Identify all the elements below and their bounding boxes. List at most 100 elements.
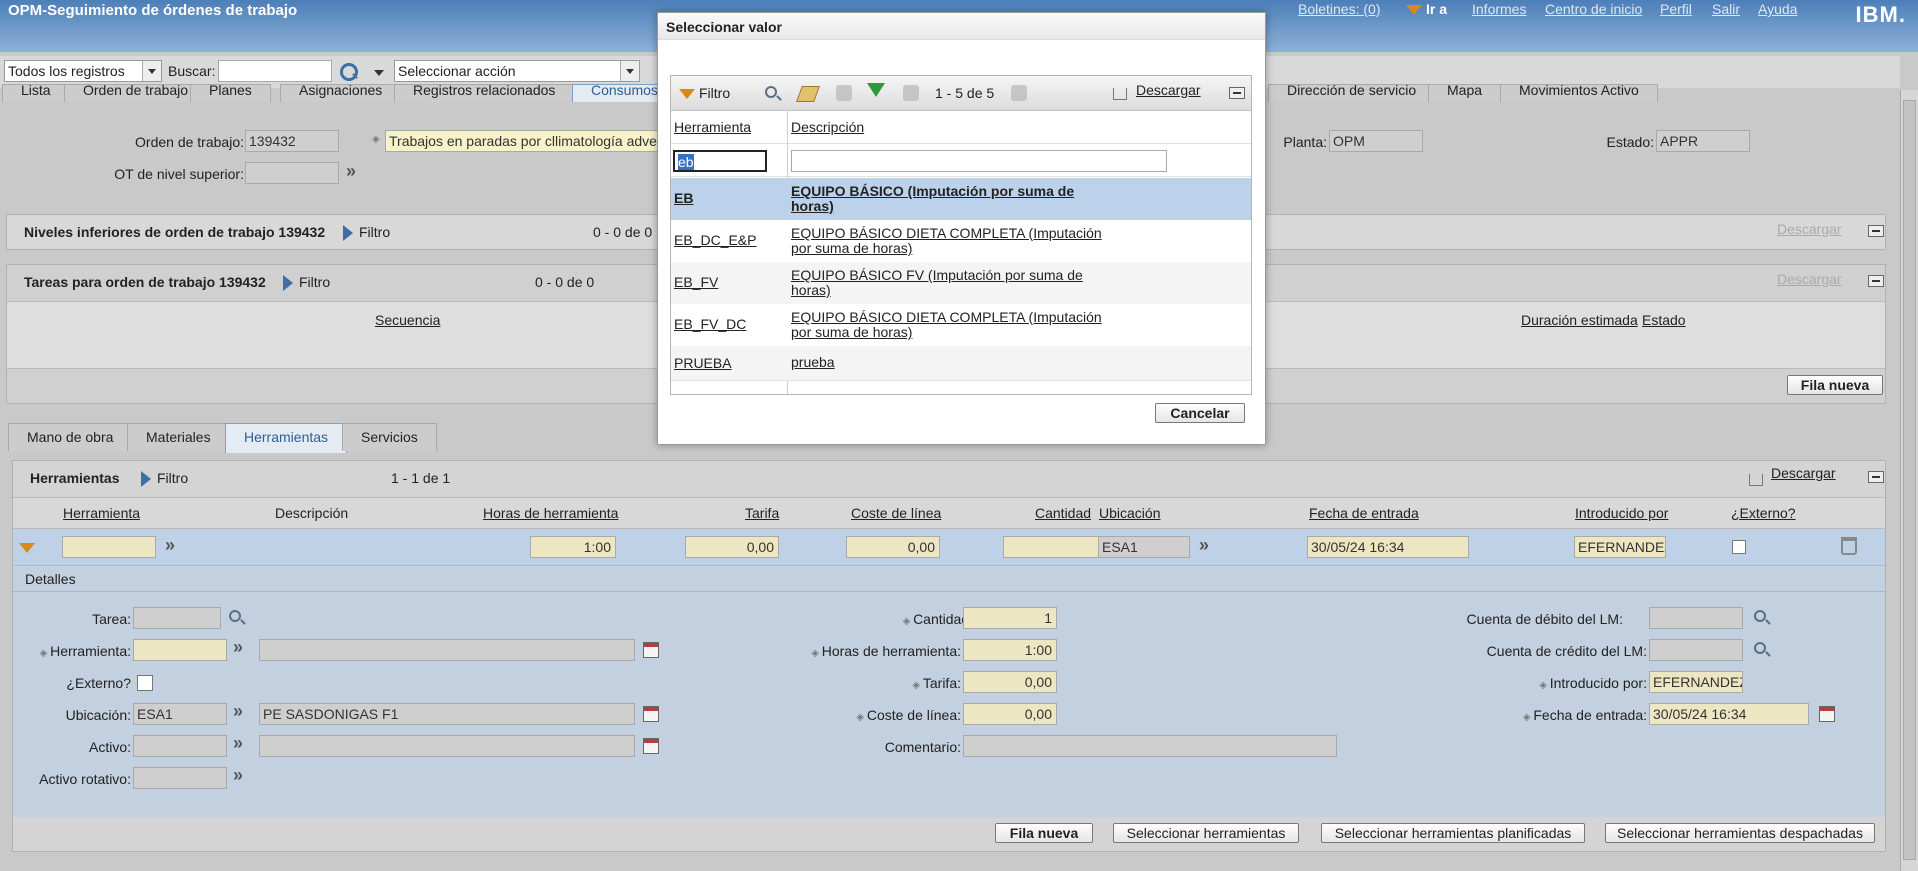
row-externo-checkbox[interactable] bbox=[1732, 540, 1746, 554]
horas-field[interactable]: 1:00 bbox=[963, 639, 1057, 661]
children-download-link[interactable]: Descargar bbox=[1777, 221, 1842, 237]
col-introducido[interactable]: Introducido por bbox=[1575, 505, 1668, 521]
tab-mano-obra[interactable]: Mano de obra bbox=[8, 423, 133, 451]
search-icon[interactable] bbox=[229, 610, 241, 622]
tab-servicios[interactable]: Servicios bbox=[342, 423, 437, 451]
scrollbar-thumb[interactable] bbox=[1903, 100, 1916, 860]
tab-movimientos-activo[interactable]: Movimientos Activo bbox=[1500, 83, 1658, 102]
expand-row-icon[interactable] bbox=[19, 543, 35, 553]
status-field[interactable]: APPR bbox=[1656, 130, 1750, 152]
tab-materiales[interactable]: Materiales bbox=[127, 423, 230, 451]
activo-rotativo-field[interactable] bbox=[133, 767, 227, 789]
minimize-icon[interactable] bbox=[1229, 87, 1245, 99]
col-cantidad[interactable]: Cantidad bbox=[1035, 505, 1091, 521]
plant-field[interactable]: OPM bbox=[1329, 130, 1423, 152]
goto-menu[interactable]: Ir a bbox=[1406, 1, 1447, 17]
new-row-button[interactable]: Fila nueva bbox=[995, 823, 1093, 843]
detail-menu-icon[interactable]: » bbox=[233, 733, 243, 754]
tools-filter[interactable]: Filtro bbox=[141, 470, 188, 487]
tab-orden-trabajo[interactable]: Orden de trabajo bbox=[64, 83, 208, 102]
profile-link[interactable]: Perfil bbox=[1660, 1, 1692, 17]
reports-link[interactable]: Informes bbox=[1472, 1, 1526, 17]
select-tools-button[interactable]: Seleccionar herramientas bbox=[1113, 823, 1299, 843]
detail-menu-icon[interactable]: » bbox=[233, 765, 243, 786]
children-filter[interactable]: Filtro bbox=[343, 224, 390, 241]
row-ubicacion-field[interactable]: ESA1 bbox=[1098, 536, 1190, 558]
records-select[interactable]: Todos los registros bbox=[4, 60, 162, 82]
clear-filter-icon[interactable] bbox=[796, 86, 820, 102]
debito-field[interactable] bbox=[1649, 607, 1743, 629]
tool-description[interactable]: EQUIPO BÁSICO DIETA COMPLETA (Imputación… bbox=[791, 226, 1111, 256]
col-herramienta[interactable]: Herramienta bbox=[63, 505, 140, 521]
list-item[interactable]: EB_DC_E&P EQUIPO BÁSICO DIETA COMPLETA (… bbox=[671, 220, 1251, 263]
list-item[interactable]: EB_FV EQUIPO BÁSICO FV (Imputación por s… bbox=[671, 262, 1251, 305]
tool-code[interactable]: EB_FV bbox=[674, 274, 718, 290]
tool-description[interactable]: EQUIPO BÁSICO (Imputación por suma de ho… bbox=[791, 184, 1111, 214]
credito-field[interactable] bbox=[1649, 639, 1743, 661]
tab-mapa[interactable]: Mapa bbox=[1428, 83, 1502, 102]
tasks-filter[interactable]: Filtro bbox=[283, 274, 330, 291]
list-item[interactable]: PRUEBA prueba bbox=[671, 346, 1251, 381]
col-horas[interactable]: Horas de herramienta bbox=[483, 505, 618, 521]
col-externo[interactable]: ¿Externo? bbox=[1731, 505, 1796, 521]
cantidad-field[interactable]: 1 bbox=[963, 607, 1057, 629]
dialog-filter[interactable]: Filtro bbox=[679, 85, 730, 101]
tarea-field[interactable] bbox=[133, 607, 221, 629]
next-green-icon[interactable] bbox=[867, 83, 885, 97]
herramienta-field[interactable] bbox=[133, 639, 227, 661]
select-planned-tools-button[interactable]: Seleccionar herramientas planificadas bbox=[1321, 823, 1585, 843]
list-item[interactable]: EB_FV_DC EQUIPO BÁSICO DIETA COMPLETA (I… bbox=[671, 304, 1251, 347]
search-icon[interactable] bbox=[340, 63, 358, 81]
detail-menu-icon[interactable]: » bbox=[346, 161, 356, 182]
detail-menu-icon[interactable]: » bbox=[233, 701, 243, 722]
tab-planes[interactable]: Planes bbox=[190, 83, 271, 102]
minimize-icon[interactable] bbox=[1868, 275, 1884, 287]
tab-herramientas[interactable]: Herramientas bbox=[225, 423, 348, 453]
row-tarifa-field[interactable]: 0,00 bbox=[685, 536, 779, 558]
comentario-field[interactable] bbox=[963, 735, 1337, 757]
list-item[interactable]: EB EQUIPO BÁSICO (Imputación por suma de… bbox=[671, 178, 1251, 221]
tab-direccion-servicio[interactable]: Dirección de servicio bbox=[1268, 83, 1436, 102]
trash-icon[interactable] bbox=[1841, 537, 1857, 555]
search-input[interactable] bbox=[218, 60, 332, 82]
tools-download-link[interactable]: Descargar bbox=[1771, 465, 1836, 481]
tool-code[interactable]: EB bbox=[674, 190, 693, 206]
table-row[interactable]: » 1:00 0,00 0,00 1 ESA1 » 30/05/24 16:34… bbox=[13, 529, 1885, 566]
calendar-icon[interactable] bbox=[643, 642, 659, 658]
tool-description[interactable]: EQUIPO BÁSICO FV (Imputación por suma de… bbox=[791, 268, 1111, 298]
search-icon[interactable] bbox=[1754, 642, 1766, 654]
minimize-icon[interactable] bbox=[1868, 225, 1884, 237]
search-icon[interactable] bbox=[1754, 610, 1766, 622]
wo-number-field[interactable]: 139432 bbox=[245, 130, 339, 152]
dialog-download-link[interactable]: Descargar bbox=[1136, 82, 1201, 98]
detail-menu-icon[interactable]: » bbox=[1199, 535, 1209, 556]
col-duration[interactable]: Duración estimada bbox=[1521, 312, 1638, 328]
bulletins-link[interactable]: Boletines: (0) bbox=[1298, 1, 1380, 17]
row-coste-field[interactable]: 0,00 bbox=[846, 536, 940, 558]
row-herramienta-field[interactable] bbox=[62, 536, 156, 558]
fecha-field[interactable]: 30/05/24 16:34 bbox=[1649, 703, 1809, 725]
activo-field[interactable] bbox=[133, 735, 227, 757]
filter-tool-input[interactable]: eb bbox=[673, 150, 767, 172]
row-horas-field[interactable]: 1:00 bbox=[530, 536, 616, 558]
coste-field[interactable]: 0,00 bbox=[963, 703, 1057, 725]
col-tool[interactable]: Herramienta bbox=[674, 119, 751, 135]
detail-menu-icon[interactable]: » bbox=[233, 637, 243, 658]
tab-lista[interactable]: Lista bbox=[2, 83, 70, 102]
wo-description-field[interactable]: Trabajos en paradas por cllimatología ad… bbox=[385, 130, 665, 152]
parent-wo-field[interactable] bbox=[245, 162, 339, 184]
search-options-icon[interactable] bbox=[374, 70, 384, 76]
cancel-button[interactable]: Cancelar bbox=[1155, 403, 1245, 423]
tab-registros-relacionados[interactable]: Registros relacionados bbox=[394, 83, 575, 102]
col-status[interactable]: Estado bbox=[1642, 312, 1686, 328]
row-introducido-field[interactable]: EFERNANDEZ bbox=[1574, 536, 1666, 558]
row-fecha-field[interactable]: 30/05/24 16:34 bbox=[1307, 536, 1469, 558]
col-desc[interactable]: Descripción bbox=[791, 119, 864, 135]
start-center-link[interactable]: Centro de inicio bbox=[1545, 1, 1642, 17]
col-ubicacion[interactable]: Ubicación bbox=[1099, 505, 1160, 521]
filter-desc-input[interactable] bbox=[791, 150, 1167, 172]
calendar-icon[interactable] bbox=[643, 706, 659, 722]
search-icon[interactable] bbox=[765, 86, 777, 98]
col-fecha-entrada[interactable]: Fecha de entrada bbox=[1309, 505, 1419, 521]
tasks-download-link[interactable]: Descargar bbox=[1777, 271, 1842, 287]
